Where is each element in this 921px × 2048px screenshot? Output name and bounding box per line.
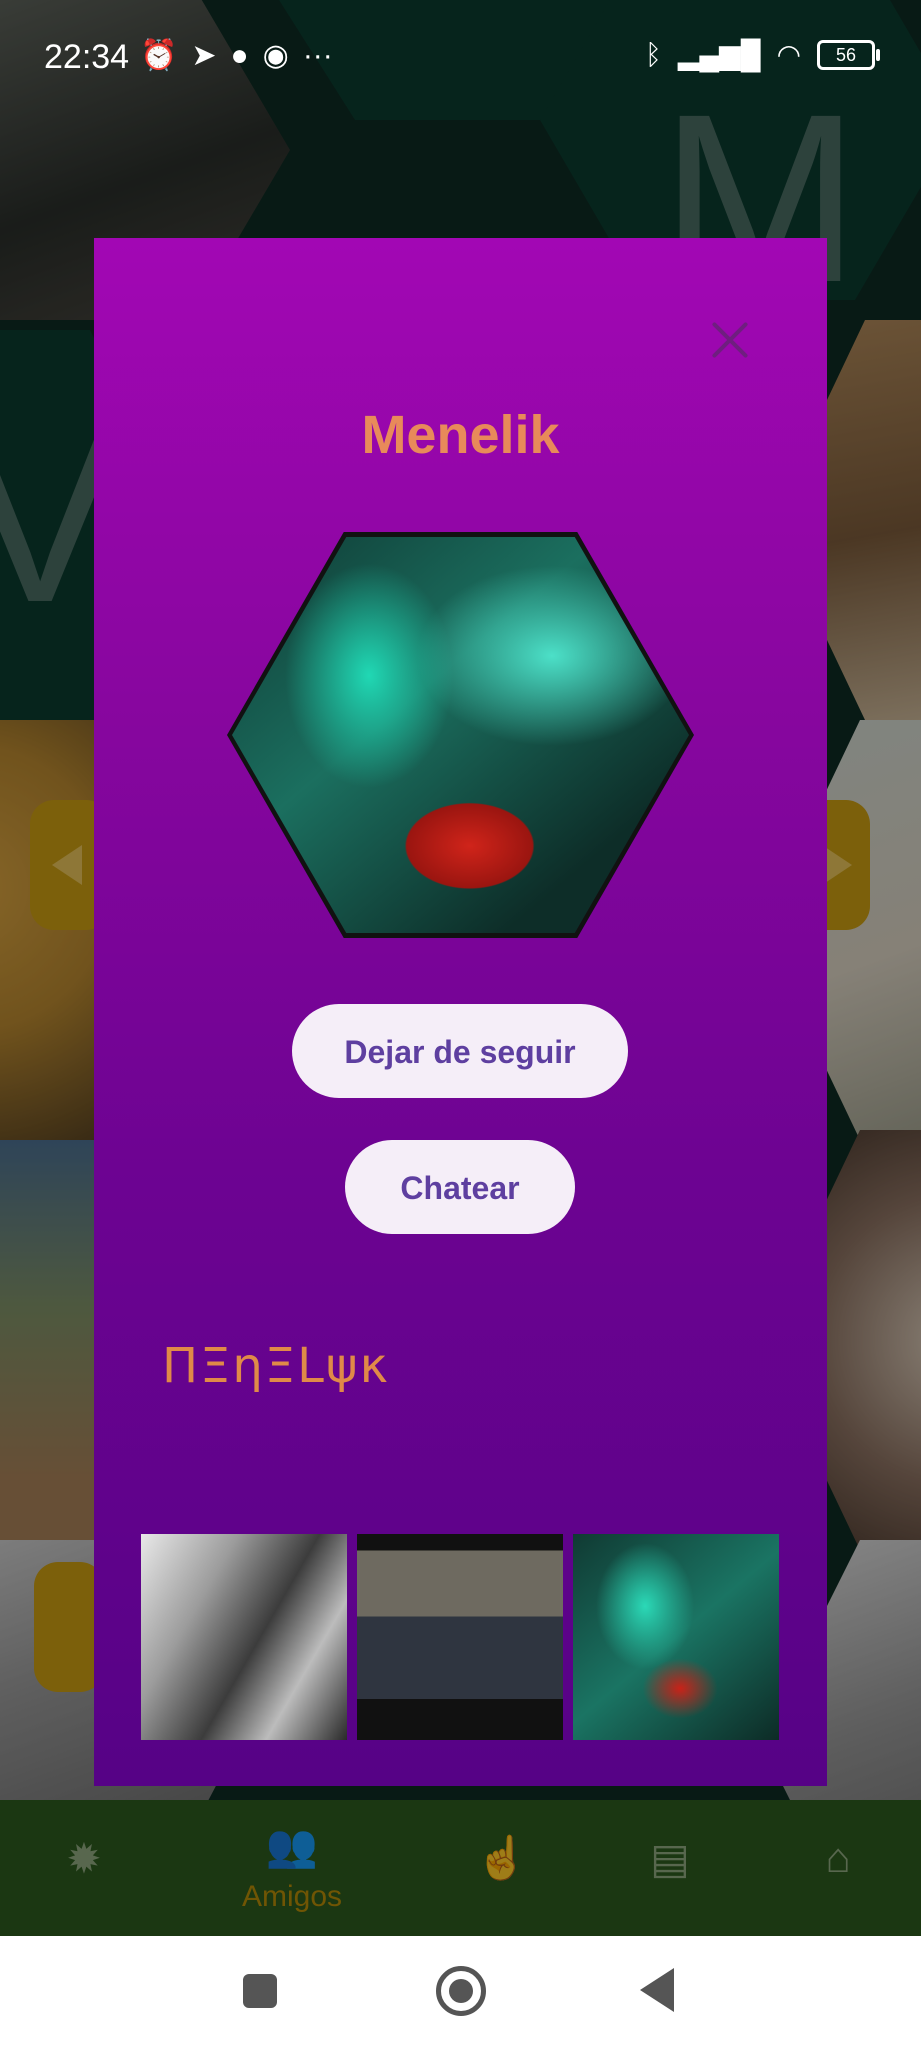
chat-button[interactable]: Chatear: [345, 1140, 575, 1234]
notification-icons: ⏰ ➤ ● ◉ ···: [140, 38, 333, 73]
wifi-icon: ◠: [776, 39, 801, 70]
close-icon[interactable]: [709, 320, 749, 360]
signal-icon: ▂▄▆█: [677, 39, 761, 70]
gallery-photo[interactable]: [357, 1534, 563, 1740]
unfollow-button[interactable]: Dejar de seguir: [292, 1004, 628, 1098]
profile-dialog: Menelik Dejar de seguir Chatear ΠΞηΞLψκ: [94, 238, 827, 1786]
system-navigation-bar: [0, 1936, 921, 2048]
photo-gallery: [141, 1534, 779, 1740]
gallery-photo[interactable]: [141, 1534, 347, 1740]
profile-avatar-frame: [227, 532, 694, 938]
back-triangle-icon[interactable]: [640, 1968, 674, 2012]
messenger-icon: ◉: [262, 39, 289, 72]
system-status-icons: ᛒ ▂▄▆█ ◠ 56: [645, 38, 880, 71]
gallery-photo[interactable]: [573, 1534, 779, 1740]
chat-bubble-icon: ●: [230, 38, 249, 72]
nav-scrim: [0, 1800, 921, 1936]
alarm-icon: ⏰: [140, 39, 178, 72]
status-time: 22:34: [44, 38, 130, 76]
battery-icon: 56: [817, 39, 880, 70]
more-dots-icon: ···: [302, 38, 333, 72]
home-circle-icon[interactable]: [436, 1966, 486, 2016]
profile-signature: ΠΞηΞLψκ: [162, 1338, 390, 1394]
recents-icon[interactable]: [243, 1974, 277, 2008]
status-bar: 22:34 ⏰ ➤ ● ◉ ··· ᛒ ▂▄▆█ ◠ 56: [0, 0, 921, 110]
profile-name: Menelik: [361, 405, 560, 465]
bottom-navigation: ✹ 👥 Amigos ☝ ▤ ⌂: [0, 1800, 921, 1936]
profile-avatar[interactable]: [232, 537, 689, 933]
bluetooth-icon: ᛒ: [645, 38, 662, 70]
telegram-icon: ➤: [191, 39, 217, 72]
